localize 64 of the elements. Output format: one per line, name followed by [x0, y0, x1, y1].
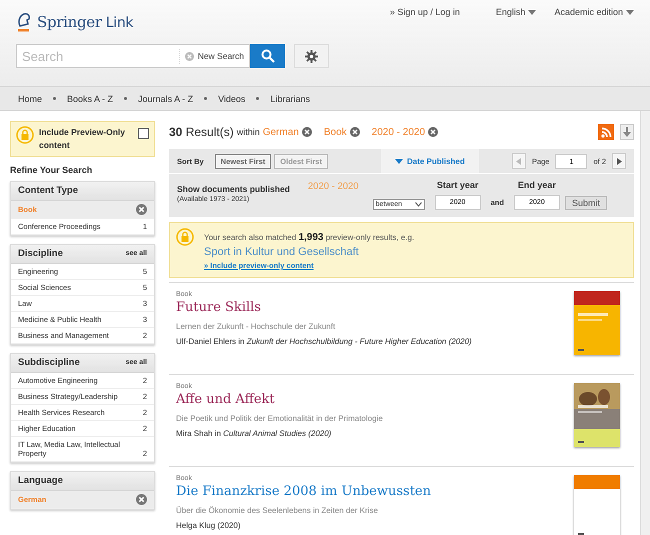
right-arrow-icon — [616, 158, 622, 164]
separator-dot — [53, 97, 56, 100]
separator-dot — [256, 97, 260, 100]
rss-button[interactable] — [598, 124, 614, 140]
scrollbar[interactable] — [640, 111, 650, 535]
logo-wordmark[interactable]: Springer Link — [37, 13, 134, 31]
facet-title: Subdiscipline — [18, 357, 80, 369]
nav-link[interactable]: Videos — [218, 94, 246, 104]
notice-text: Your search also matched 1,993 preview-only results, e.g. — [204, 232, 414, 243]
result-count: 30 Result(s) — [169, 125, 234, 139]
facet-title: Discipline — [18, 248, 63, 260]
lock-icon — [16, 126, 34, 144]
settings-icon — [305, 50, 318, 62]
result-subtitle: Lernen der Zukunft - Hochschule der Zukunft — [176, 322, 336, 331]
nav-link[interactable]: Books A - Z — [67, 94, 114, 104]
result-byline: Ulf-Daniel Ehlers in Zukunft der Hochschulbildung - Future Higher Education (2020) — [176, 337, 472, 346]
sign-in-link[interactable]: » Sign up / Log in — [390, 7, 460, 17]
date-filter-title: Show documents published — [177, 184, 290, 194]
facet-title: Language — [18, 475, 63, 487]
remove-icon[interactable] — [136, 204, 147, 215]
nav-link[interactable]: Home — [18, 94, 42, 104]
start-year-label: Start year — [436, 180, 478, 190]
facet-title: Content Type — [18, 185, 78, 197]
submit-button[interactable]: Submit — [564, 196, 607, 210]
remove-icon — [302, 127, 312, 137]
separator-dot — [124, 97, 128, 100]
edition-dropdown[interactable]: Academic edition — [554, 7, 634, 17]
result-byline: Helga Klug (2020) — [176, 521, 242, 530]
chevron-down-icon — [414, 202, 422, 207]
end-year-label: End year — [518, 180, 556, 190]
rss-icon — [600, 126, 612, 138]
remove-icon — [428, 127, 438, 137]
download-button[interactable] — [620, 124, 634, 140]
language-dropdown[interactable]: English — [496, 7, 536, 17]
left-arrow-icon — [516, 158, 522, 164]
download-icon — [623, 127, 631, 137]
result-subtitle: Die Poetik und Politik der Emotionalität in der Primatologie — [176, 414, 383, 423]
new-search-button[interactable]: New Search — [180, 51, 249, 61]
search-button[interactable] — [250, 44, 285, 68]
result-title-link[interactable]: Affe und Affekt — [176, 392, 383, 407]
search-icon — [260, 49, 274, 63]
remove-icon — [350, 127, 360, 137]
lock-icon — [176, 228, 194, 246]
settings-button[interactable] — [294, 44, 329, 68]
within-label: within — [236, 127, 260, 137]
next-page-button[interactable] — [612, 153, 626, 169]
preview-only-label: Include Preview-Only content — [39, 126, 126, 152]
caret-icon — [626, 10, 634, 14]
result-title-link[interactable]: Future Skills — [176, 300, 472, 315]
caret-icon — [394, 158, 403, 164]
clear-icon — [184, 52, 194, 60]
selected-range: 2020 - 2020 — [308, 181, 359, 192]
nav-link[interactable]: Journals A - Z — [138, 94, 194, 104]
remove-icon[interactable] — [136, 494, 147, 505]
preview-only-checkbox[interactable] — [138, 128, 149, 139]
caret-icon — [528, 10, 536, 14]
refine-heading: Refine Your Search — [10, 165, 94, 175]
date-published-tab[interactable]: Date Published — [380, 149, 479, 173]
result-byline: Mira Shah in Cultural Animal Studies (2020) — [176, 429, 332, 438]
separator-dot — [204, 97, 208, 100]
result-subtitle: Über die Ökonomie des Seelenlebens in Zeiten der Krise — [176, 506, 379, 515]
nav-link[interactable]: Librarians — [270, 94, 310, 104]
search-field[interactable]: Search New Search — [16, 44, 250, 68]
result-title-link[interactable]: Die Finanzkrise 2008 im Unbewussten — [176, 484, 431, 499]
